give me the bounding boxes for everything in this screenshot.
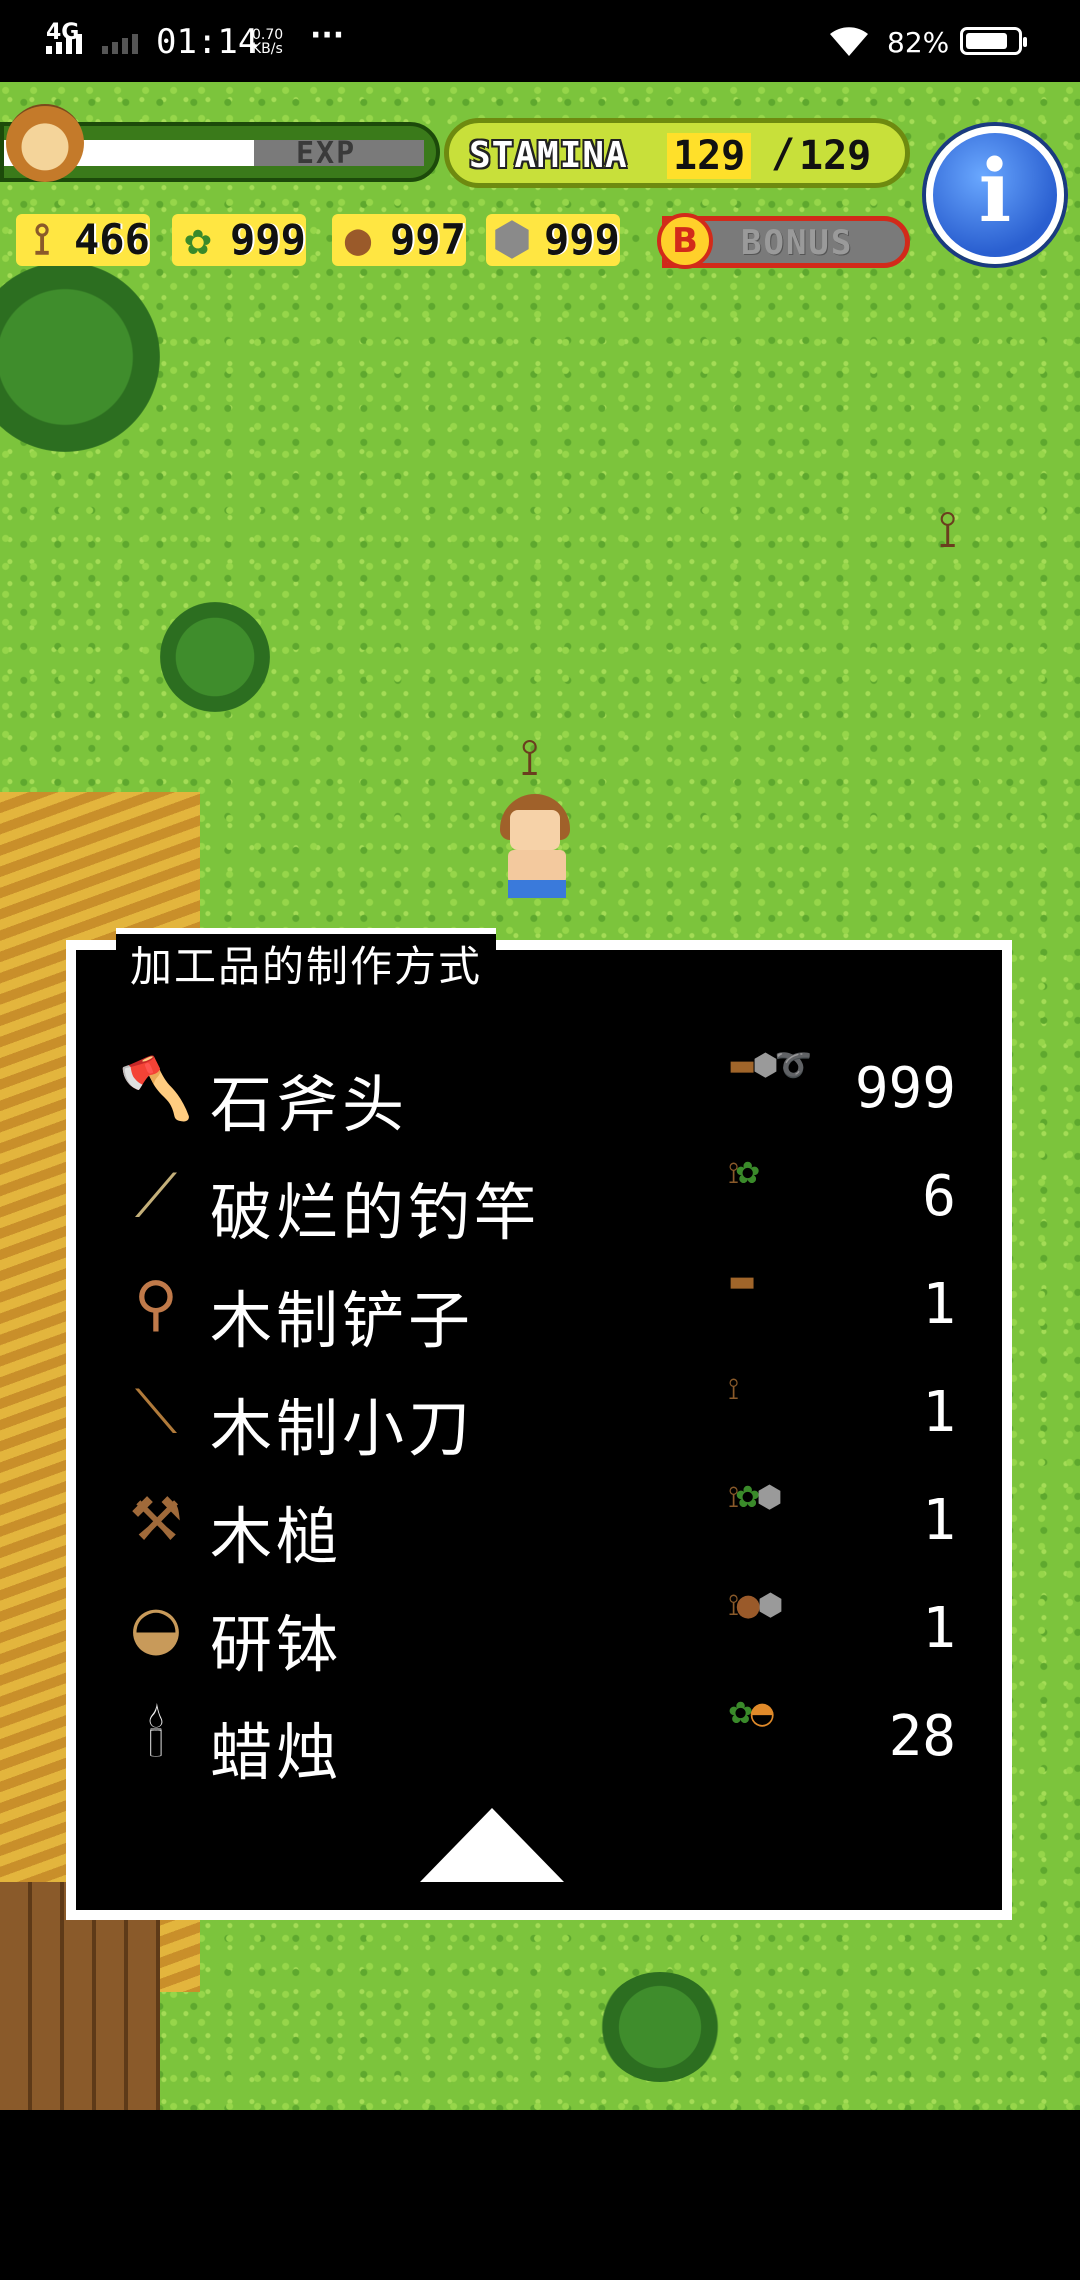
recipe-name: 木制小刀 — [210, 1392, 475, 1465]
palm-tree — [260, 1912, 400, 2110]
recipe-row[interactable]: 🪓 石斧头 ▬⬢➰ 999 — [110, 1042, 970, 1141]
info-icon: i — [978, 141, 1012, 242]
stone-icon: ⬢ — [756, 1480, 782, 1515]
recipe-row[interactable]: ⟍ 木制小刀 ⟟ 1 — [110, 1366, 970, 1465]
recipe-name: 石斧头 — [210, 1068, 409, 1141]
shovel-icon: ⚲ — [134, 1269, 178, 1339]
stone-axe-icon: 🪓 — [118, 1053, 194, 1124]
recipe-name: 木制铲子 — [210, 1284, 475, 1357]
stamina-separator: / — [771, 131, 796, 177]
recipe-name: 木槌 — [210, 1500, 343, 1573]
navigation-bar — [0, 2110, 1080, 2280]
recipe-row[interactable]: ⟋ 破烂的钓竿 ⟟✿ 6 — [110, 1150, 970, 1249]
recipe-materials: ✿◓ — [728, 1696, 775, 1731]
recipe-count: 28 — [888, 1704, 956, 1769]
resource-count: 997 — [390, 215, 466, 264]
resource-count: 466 — [74, 215, 150, 264]
recipe-materials: ⟟ — [728, 1372, 739, 1407]
wifi-icon — [826, 24, 872, 62]
branch-icon: ⟟ — [938, 500, 958, 560]
resource-stone: ⬢ 999 — [486, 214, 620, 266]
recipe-count: 6 — [922, 1164, 956, 1229]
more-notifications-icon: ··· — [310, 18, 345, 53]
recipe-materials: ⟟✿ — [728, 1156, 760, 1191]
recipe-row[interactable]: 🕯 蜡烛 ✿◓ 28 — [110, 1690, 970, 1789]
panel-title-tab: 加工品的制作方式 — [116, 928, 497, 1000]
stone-icon: ⬢ — [752, 1048, 778, 1083]
scroll-up-arrow[interactable] — [420, 1808, 564, 1882]
nut-icon: ● — [344, 214, 372, 265]
recipe-name: 蜡烛 — [210, 1716, 343, 1789]
bonus-label: BONUS — [741, 223, 854, 263]
recipe-row[interactable]: ⚲ 木制铲子 ▬ 1 — [110, 1258, 970, 1357]
log-icon: ▬ — [728, 1264, 756, 1299]
player-character[interactable] — [494, 780, 584, 910]
battery-icon — [960, 27, 1027, 55]
panel-title: 加工品的制作方式 — [130, 942, 483, 991]
wooden-knife-icon: ⟍ — [135, 1377, 177, 1447]
palm-tree — [900, 292, 1040, 492]
bush — [0, 262, 160, 452]
player-avatar[interactable] — [6, 104, 84, 182]
resource-nut: ● 997 — [332, 214, 466, 266]
stamina-label: STAMINA — [469, 135, 628, 176]
recipe-materials: ⟟✿⬢ — [728, 1480, 783, 1515]
recipe-name: 研钵 — [210, 1608, 343, 1681]
herb-icon: ✿ — [735, 1156, 760, 1191]
recipe-row[interactable]: ⚒ 木槌 ⟟✿⬢ 1 — [110, 1474, 970, 1573]
status-bar: 4G 01:14 0.70 KB/s ··· 82% — [0, 0, 1080, 82]
stamina-bar: STAMINA 129 / 129 — [444, 118, 910, 188]
recipe-materials: ▬⬢➰ — [728, 1048, 812, 1083]
palm-tree — [364, 612, 504, 812]
rope-icon: ➰ — [774, 1048, 812, 1083]
signal-icon — [46, 34, 82, 54]
recipe-count: 1 — [922, 1596, 956, 1661]
resource-count: 999 — [230, 215, 306, 264]
stone-icon: ⬢ — [757, 1588, 783, 1623]
network-speed: 0.70 KB/s — [252, 27, 284, 57]
bonus-button[interactable]: B BONUS — [657, 213, 910, 269]
nut-icon: ● — [735, 1588, 761, 1623]
fishing-rod-icon: ⟋ — [135, 1161, 177, 1231]
bowl-icon: ◓ — [749, 1696, 775, 1731]
herb-icon: ✿ — [728, 1696, 753, 1731]
recipe-count: 1 — [922, 1380, 956, 1445]
recipe-row[interactable]: ◒ 研钵 ⟟●⬢ 1 — [110, 1582, 970, 1681]
herb-icon: ✿ — [735, 1480, 760, 1515]
info-button[interactable]: i — [926, 126, 1064, 264]
resource-count: 999 — [544, 215, 620, 264]
palm-tree — [580, 400, 720, 600]
resource-branch: ⟟ 466 — [16, 214, 150, 266]
mortar-icon: ◒ — [129, 1593, 183, 1663]
clock: 01:14 — [156, 22, 259, 62]
exp-label: EXP — [296, 136, 357, 171]
recipe-count: 1 — [922, 1272, 956, 1337]
recipe-materials: ▬ — [728, 1264, 756, 1299]
stamina-current: 129 — [667, 133, 752, 179]
battery-percent: 82% — [887, 26, 950, 59]
stone-icon: ⬢ — [492, 214, 532, 265]
recipe-materials: ⟟●⬢ — [728, 1588, 784, 1623]
recipe-count: 999 — [854, 1056, 956, 1121]
herb-icon: ✿ — [184, 214, 212, 265]
mallet-icon: ⚒ — [129, 1485, 183, 1555]
palm-tree — [830, 1972, 970, 2110]
branch-icon: ⟟ — [33, 214, 51, 265]
tall-grass — [160, 602, 270, 712]
signal-2-icon — [102, 34, 138, 54]
candle-icon: 🕯 — [147, 1701, 165, 1771]
log-icon: ▬ — [728, 1048, 756, 1083]
recipe-name: 破烂的钓竿 — [210, 1176, 541, 1249]
branch-icon: ⟟ — [728, 1372, 739, 1407]
recipe-count: 1 — [922, 1488, 956, 1553]
palm-tree — [680, 1912, 820, 2110]
bonus-badge: B — [657, 213, 713, 269]
palm-tree — [460, 1912, 600, 2110]
branch-icon: ⟟ — [520, 728, 540, 788]
stamina-max: 129 — [799, 133, 872, 179]
resource-herb: ✿ 999 — [172, 214, 306, 266]
